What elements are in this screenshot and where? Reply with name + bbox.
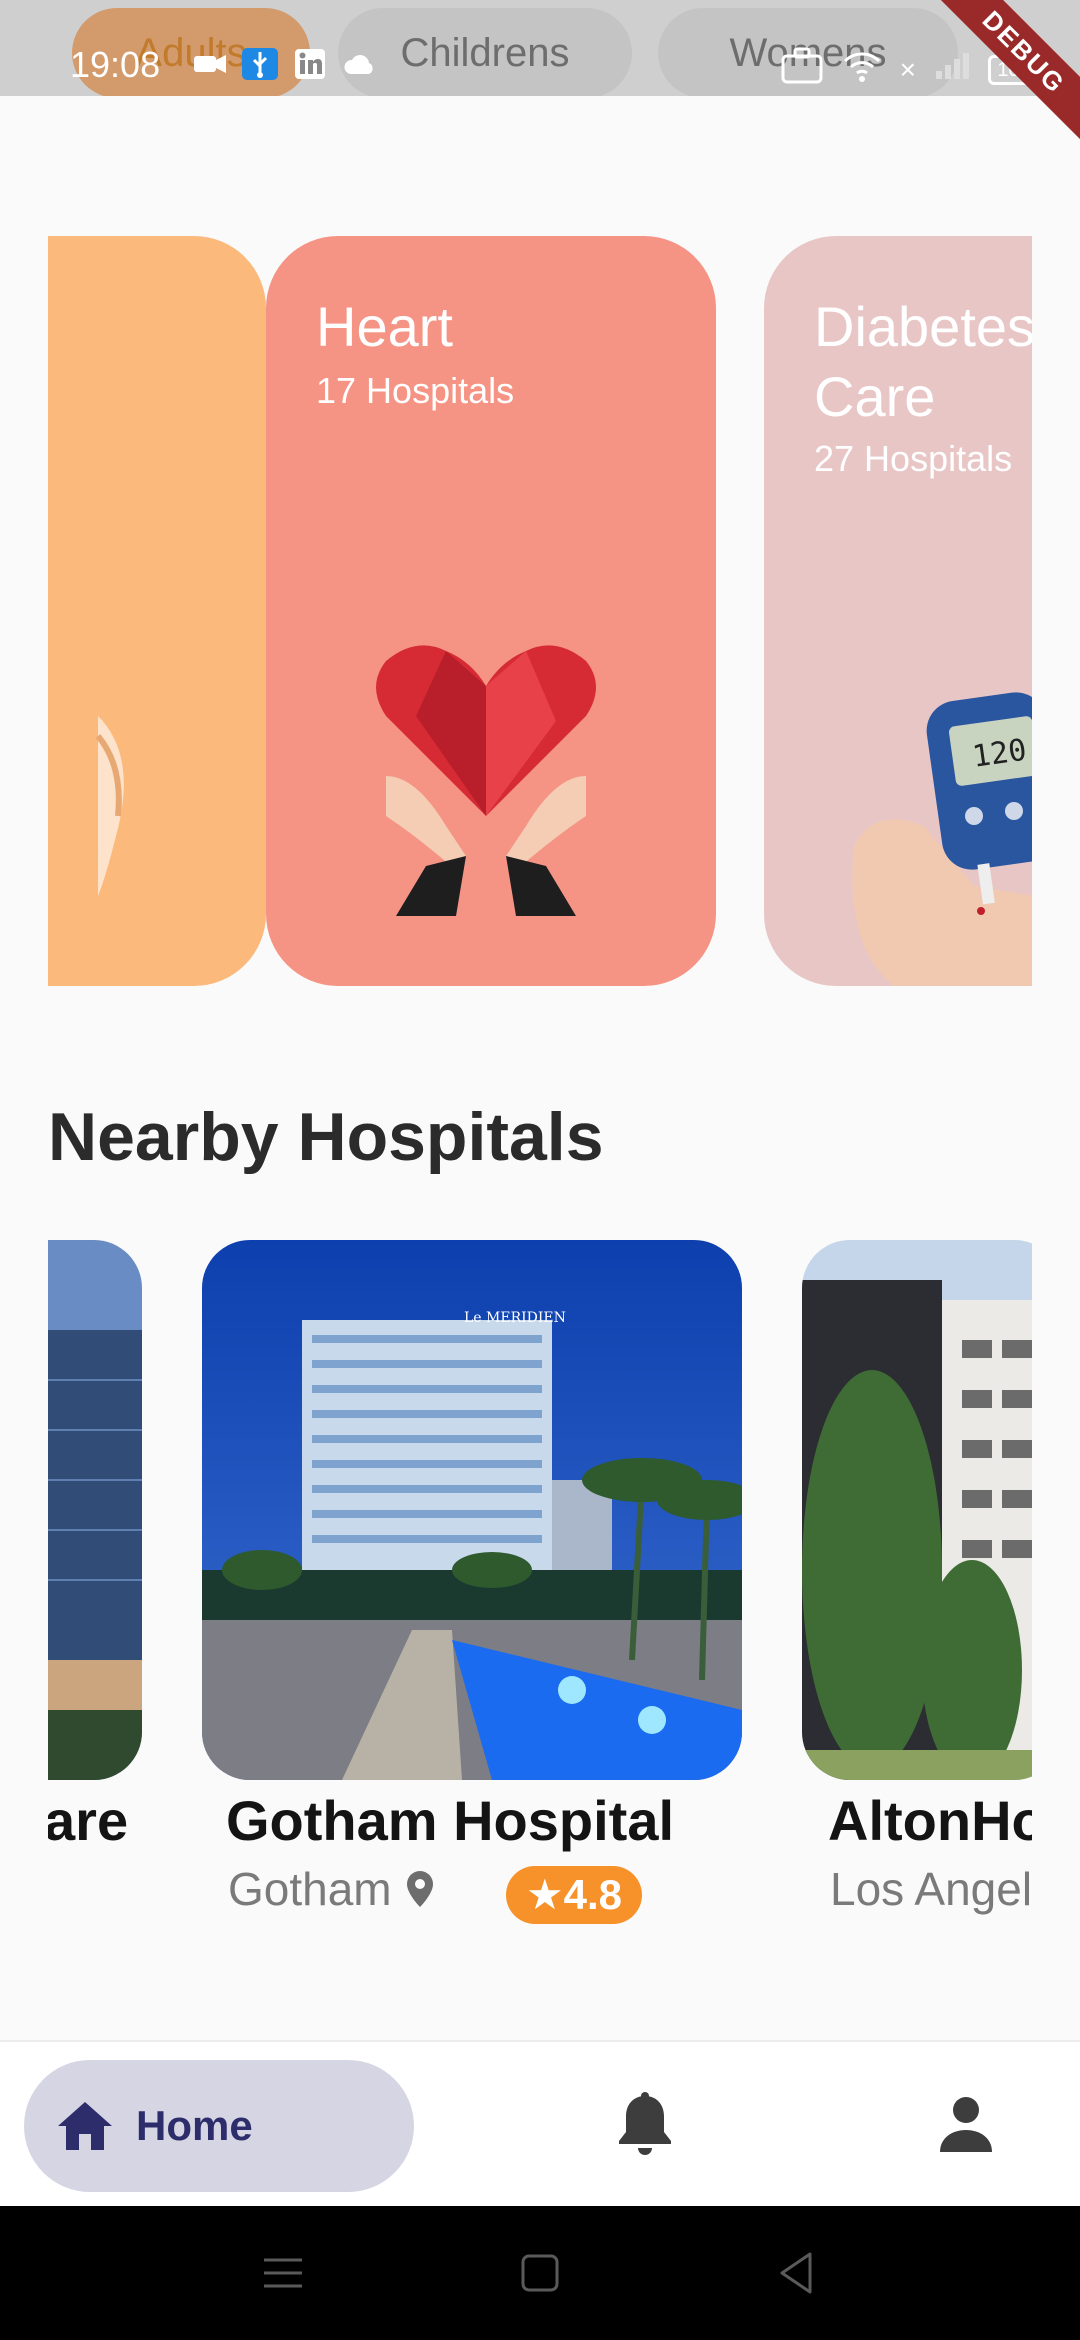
bell-icon [619, 2092, 671, 2155]
hospital-location: Gotham [228, 1862, 436, 1916]
status-notification-icons [192, 48, 378, 80]
status-time: 19:08 [70, 44, 161, 85]
category-subtitle: 27 Hospitals [814, 438, 1013, 479]
nav-profile-button[interactable] [938, 2094, 994, 2154]
rating-badge: ★4.8 [506, 1866, 643, 1924]
hospital-carousel[interactable]: are Le MERIDIEN Gotham Hospital Gotham ★… [48, 1240, 1032, 1940]
category-card-heart[interactable]: Heart 17 Hospitals [266, 236, 716, 986]
svg-text:120: 120 [970, 733, 1029, 775]
hospital-image-alton[interactable] [802, 1240, 1032, 1780]
category-card-diabetes[interactable]: Diabetes Care 27 Hospitals 120 [764, 236, 1032, 986]
signal-icon [934, 51, 970, 88]
back-button[interactable] [770, 2246, 824, 2300]
linkedin-icon [292, 48, 328, 80]
system-navigation-bar [0, 2206, 1080, 2340]
sim-x-mark: × [899, 53, 916, 85]
hospital-location-text: Gotham [228, 1863, 392, 1915]
recents-button[interactable] [256, 2246, 310, 2300]
bottom-navigation: Home [0, 2040, 1080, 2206]
hospital-location: Los Angel [830, 1863, 1032, 1915]
category-title: Heart [316, 295, 453, 358]
menu-icon [264, 2258, 302, 2288]
home-system-button[interactable] [513, 2246, 567, 2300]
location-pin-icon [407, 1871, 434, 1907]
person-icon [940, 2097, 992, 2152]
cloud-icon [342, 48, 378, 80]
usb-icon [242, 48, 278, 80]
video-icon [192, 48, 228, 80]
section-title-nearby: Nearby Hospitals [48, 1099, 604, 1175]
category-carousel[interactable]: Heart 17 Hospitals Diabetes Care 27 Hosp… [48, 236, 1032, 986]
tab-childrens[interactable]: Childrens [338, 8, 632, 96]
glucose-meter-image: 120 [852, 692, 1032, 986]
square-icon [521, 2254, 559, 2292]
briefcase-icon [780, 46, 824, 93]
heart-hands-image [376, 645, 596, 916]
category-image [95, 716, 124, 896]
home-icon [58, 2102, 112, 2150]
category-title: Diabetes Care [814, 295, 1032, 428]
category-card-partial[interactable] [48, 236, 266, 986]
category-subtitle: 17 Hospitals [316, 370, 515, 411]
svg-text:Le MERIDIEN: Le MERIDIEN [464, 1310, 566, 1326]
nav-notifications-button[interactable] [614, 2090, 676, 2160]
hospital-name-alton[interactable]: AltonHo [828, 1788, 1032, 1853]
hospital-image[interactable] [48, 1240, 142, 1780]
hospital-name-gotham[interactable]: Gotham Hospital [226, 1788, 674, 1853]
status-bar: Adults Childrens Womens 19:08 × 100 [0, 0, 1080, 96]
nav-home-button[interactable]: Home [24, 2060, 414, 2192]
hospital-image-gotham[interactable]: Le MERIDIEN [202, 1240, 742, 1780]
wifi-icon [842, 49, 882, 90]
hospital-name[interactable]: are [48, 1788, 128, 1853]
back-triangle-icon [780, 2252, 812, 2294]
nav-home-label: Home [136, 2102, 253, 2149]
